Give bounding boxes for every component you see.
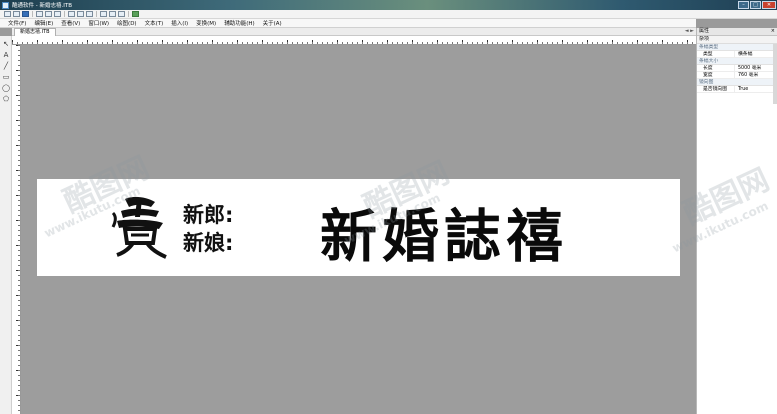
menu-text[interactable]: 文本(T) [141,19,168,27]
tab-document[interactable]: 新婚志禧.ITB [14,28,56,36]
menu-draw[interactable]: 绘图(D) [113,19,141,27]
tab-scroll-arrows[interactable]: ◄ ► [685,28,694,34]
groom-label[interactable]: 新郎: [183,199,233,229]
menu-about[interactable]: 关于(A) [259,19,286,27]
property-value[interactable]: 横条幅 [735,51,752,57]
layout-icon[interactable] [86,11,93,17]
vertical-ruler [12,45,21,414]
panel-title: 属性 [699,28,710,34]
panel-subtitle: 杂项 [697,36,777,44]
pointer-tool-icon[interactable]: ↖ [2,40,10,48]
property-group[interactable]: 条幅类型 [697,44,777,51]
menu-tools[interactable]: 辅助功能(H) [220,19,258,27]
panel-scrollbar[interactable] [773,44,777,104]
toolbar-separator [64,11,65,17]
property-value[interactable]: 5000 毫米 [735,65,761,71]
close-button[interactable]: ✕ [762,1,776,9]
toolbar-separator [32,11,33,17]
ellipse-tool-icon[interactable]: ◯ [2,84,10,92]
open-file-icon[interactable] [13,11,20,17]
property-value[interactable]: True [735,86,748,92]
panel-header: 属性 × [697,28,777,36]
property-key: 是否镜向图 [697,86,735,92]
frame-icon[interactable] [68,11,75,17]
new-file-icon[interactable] [4,11,11,17]
property-row[interactable]: 长度 5000 毫米 [697,65,777,72]
polygon-tool-icon[interactable]: ⬠ [2,95,10,103]
menu-edit[interactable]: 编辑(E) [30,19,57,27]
property-row[interactable]: 是否镜向图 True [697,86,777,93]
frame-alt-icon[interactable] [77,11,84,17]
image-icon[interactable] [100,11,107,17]
window-title: 酷通软件 - 新婚志禧.ITB [12,3,72,9]
help-icon[interactable] [132,11,139,17]
save-icon[interactable] [22,11,29,17]
copy-icon[interactable] [45,11,52,17]
bride-label[interactable]: 新娘: [183,227,233,257]
paste-icon[interactable] [54,11,61,17]
scan-icon[interactable] [109,11,116,17]
property-row[interactable]: 类型 横条幅 [697,51,777,58]
menu-insert[interactable]: 插入(I) [167,19,192,27]
print-icon[interactable] [118,11,125,17]
property-key: 宽度 [697,72,735,78]
maximize-button[interactable]: □ [750,1,761,9]
property-row[interactable]: 宽度 760 毫米 [697,72,777,79]
toolbar [0,10,777,19]
property-key: 长度 [697,65,735,71]
menu-view[interactable]: 查看(V) [57,19,84,27]
menu-window[interactable]: 窗口(W) [84,19,113,27]
title-bar: 酷通软件 - 新婚志禧.ITB – □ ✕ [0,0,777,10]
minimize-button[interactable]: – [738,1,749,9]
document-tab-bar: 新婚志禧.ITB ◄ ► [12,28,696,36]
toolbar-separator [128,11,129,17]
property-group[interactable]: 镜向图 [697,79,777,86]
tool-strip: ↖ A ╱ ▭ ◯ ⬠ [0,36,12,414]
menu-file[interactable]: 文件(F) [4,19,30,27]
text-tool-icon[interactable]: A [2,51,10,59]
property-value[interactable]: 760 毫米 [735,72,758,78]
line-tool-icon[interactable]: ╱ [2,62,10,70]
property-group[interactable]: 条幅大小 [697,58,777,65]
property-key: 类型 [697,51,735,57]
rectangle-tool-icon[interactable]: ▭ [2,73,10,81]
horizontal-ruler [12,36,696,45]
panel-close-icon[interactable]: × [771,28,775,35]
menu-bar: 文件(F) 编辑(E) 查看(V) 窗口(W) 绘图(D) 文本(T) 插入(I… [0,19,696,28]
cut-icon[interactable] [36,11,43,17]
toolbar-separator [96,11,97,17]
app-icon [2,1,9,9]
menu-transform[interactable]: 变换(M) [192,19,220,27]
